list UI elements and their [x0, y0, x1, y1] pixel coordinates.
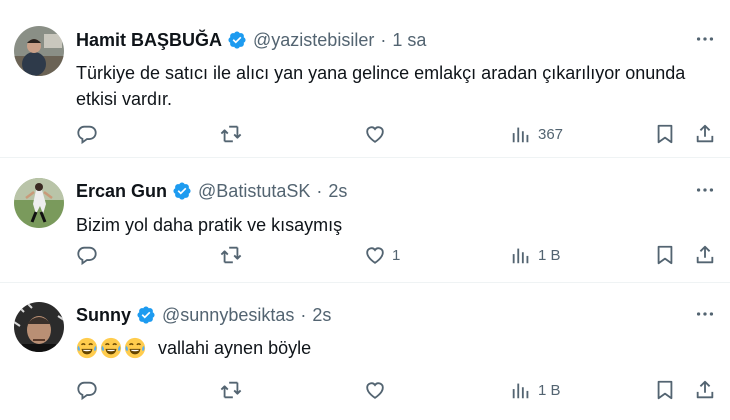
- tweet[interactable]: Sunny @sunnybesiktas · 2s vallahi aynen …: [0, 283, 730, 420]
- tweet-text: vallahi aynen böyle: [158, 338, 312, 358]
- separator: ·: [380, 29, 387, 50]
- views-button[interactable]: 1 B: [510, 243, 561, 267]
- author-name[interactable]: Hamit BAŞBUĞA: [76, 30, 222, 51]
- bookmark-icon: [654, 123, 676, 145]
- face-with-tears-of-joy-icon: [100, 337, 122, 359]
- avatar[interactable]: [14, 26, 64, 76]
- author-name[interactable]: Sunny: [76, 305, 131, 326]
- separator: ·: [300, 304, 307, 325]
- tweet-text: Bizim yol daha pratik ve kısaymış: [76, 215, 343, 235]
- reply-button[interactable]: [76, 243, 98, 267]
- more-icon[interactable]: [694, 28, 716, 50]
- like-button[interactable]: 1: [364, 243, 400, 267]
- tweet-header: Sunny @sunnybesiktas · 2s: [76, 303, 690, 327]
- like-icon: [364, 379, 386, 401]
- views-icon: [510, 123, 532, 145]
- like-count: 1: [392, 246, 401, 264]
- like-icon: [364, 123, 386, 145]
- retweet-icon: [220, 379, 242, 401]
- action-bar: 1 B: [76, 378, 716, 402]
- tweet-header: Ercan Gun @BatistutaSK · 2s: [76, 179, 690, 203]
- views-icon: [510, 379, 532, 401]
- share-icon: [694, 244, 716, 266]
- retweet-icon: [220, 244, 242, 266]
- share-button[interactable]: [694, 243, 716, 267]
- action-bar: 1 1 B: [76, 243, 716, 267]
- like-button[interactable]: [364, 378, 392, 402]
- verified-badge-icon: [172, 181, 192, 201]
- more-icon[interactable]: [694, 179, 716, 201]
- tweet-text: Türkiye de satıcı ile alıcı yan yana gel…: [76, 63, 686, 109]
- share-button[interactable]: [694, 122, 716, 146]
- more-icon[interactable]: [694, 303, 716, 325]
- face-with-tears-of-joy-icon: [124, 337, 146, 359]
- share-icon: [694, 379, 716, 401]
- timestamp[interactable]: 2s: [328, 181, 347, 202]
- bookmark-button[interactable]: [654, 378, 676, 402]
- verified-badge-icon: [136, 305, 156, 325]
- like-button[interactable]: [364, 122, 392, 146]
- tweet-header: Hamit BAŞBUĞA @yazistebisiler · 1 sa: [76, 28, 690, 52]
- verified-badge-icon: [227, 30, 247, 50]
- bookmark-icon: [654, 379, 676, 401]
- timestamp[interactable]: 1 sa: [392, 30, 426, 51]
- bookmark-button[interactable]: [654, 243, 676, 267]
- retweet-button[interactable]: [220, 122, 242, 146]
- reply-icon: [76, 123, 98, 145]
- reply-icon: [76, 244, 98, 266]
- views-icon: [510, 244, 532, 266]
- author-handle[interactable]: @BatistutaSK: [198, 181, 310, 202]
- author-handle[interactable]: @sunnybesiktas: [162, 305, 294, 326]
- share-icon: [694, 123, 716, 145]
- reply-button[interactable]: [76, 122, 98, 146]
- reply-button[interactable]: [76, 378, 98, 402]
- separator: ·: [316, 180, 323, 201]
- bookmark-icon: [654, 244, 676, 266]
- retweet-icon: [220, 123, 242, 145]
- view-count: 367: [538, 125, 564, 143]
- view-count: 1 B: [538, 246, 561, 264]
- emoji-group: [76, 337, 148, 359]
- retweet-button[interactable]: [220, 243, 242, 267]
- retweet-button[interactable]: [220, 378, 242, 402]
- views-button[interactable]: 1 B: [510, 378, 561, 402]
- view-count: 1 B: [538, 381, 561, 399]
- share-button[interactable]: [694, 378, 716, 402]
- avatar[interactable]: [14, 178, 64, 228]
- bookmark-button[interactable]: [654, 122, 676, 146]
- timestamp[interactable]: 2s: [312, 305, 331, 326]
- tweet[interactable]: Ercan Gun @BatistutaSK · 2s Bizim yol da…: [0, 158, 730, 283]
- face-with-tears-of-joy-icon: [76, 337, 98, 359]
- reply-icon: [76, 379, 98, 401]
- author-handle[interactable]: @yazistebisiler: [253, 30, 374, 51]
- author-name[interactable]: Ercan Gun: [76, 181, 167, 202]
- tweet[interactable]: Hamit BAŞBUĞA @yazistebisiler · 1 sa Tür…: [0, 0, 730, 158]
- tweet-content: vallahi aynen böyle: [76, 335, 700, 361]
- views-button[interactable]: 367: [510, 122, 563, 146]
- action-bar: 367: [76, 122, 716, 146]
- avatar[interactable]: [14, 302, 64, 352]
- like-icon: [364, 244, 386, 266]
